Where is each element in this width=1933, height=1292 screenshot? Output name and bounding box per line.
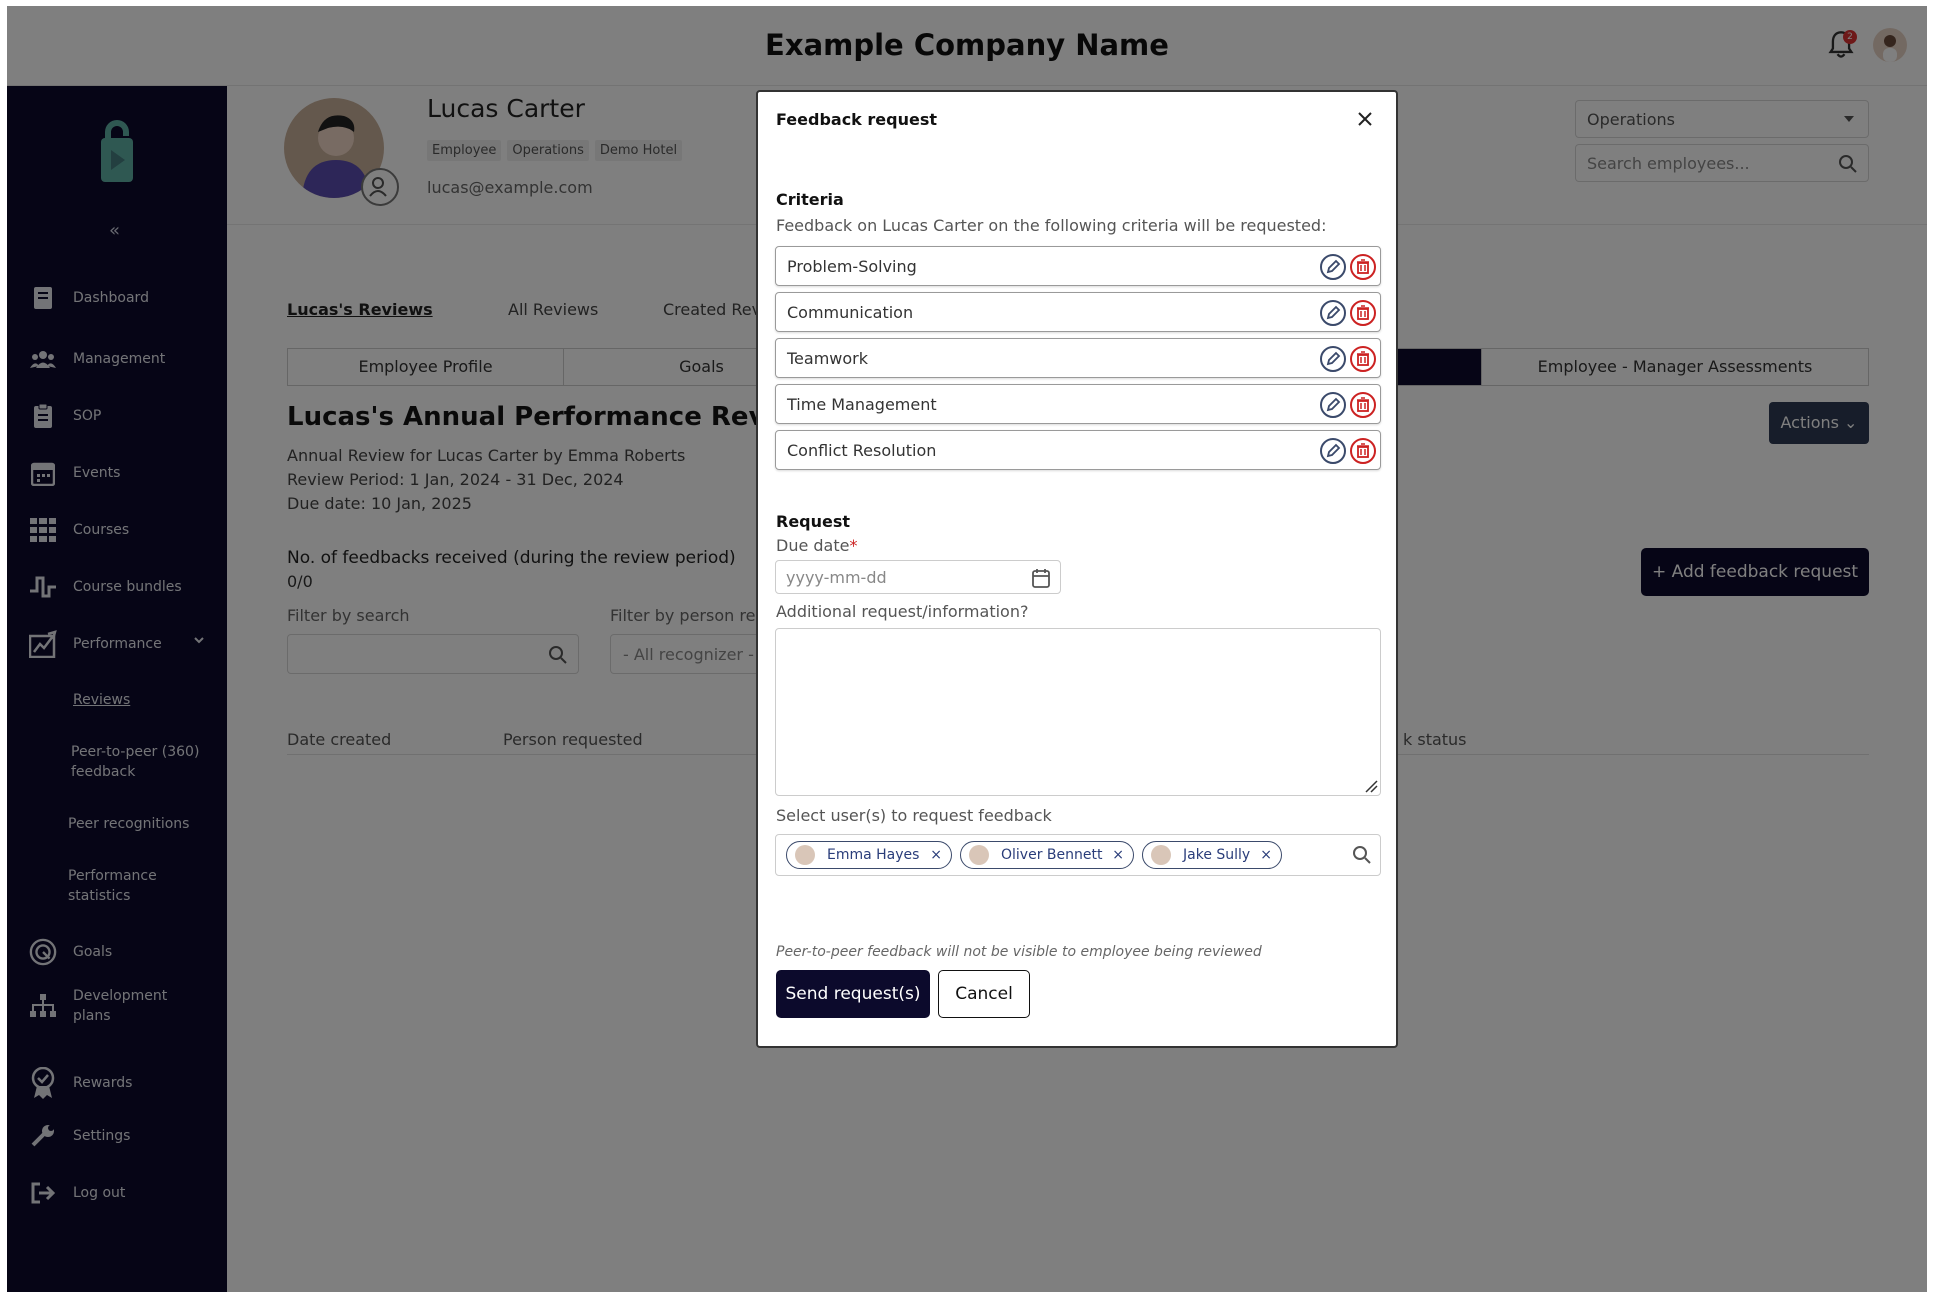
send-requests-button[interactable]: Send request(s) <box>776 970 930 1018</box>
trash-icon[interactable] <box>1350 392 1376 418</box>
trash-icon[interactable] <box>1350 346 1376 372</box>
pencil-icon[interactable] <box>1320 438 1346 464</box>
criteria-label: Time Management <box>787 395 937 414</box>
criteria-description: Feedback on Lucas Carter on the followin… <box>776 216 1327 235</box>
cancel-button[interactable]: Cancel <box>938 970 1030 1018</box>
criteria-label: Conflict Resolution <box>787 441 937 460</box>
pencil-icon[interactable] <box>1320 254 1346 280</box>
avatar <box>969 845 989 865</box>
trash-icon[interactable] <box>1350 254 1376 280</box>
criteria-item: Teamwork <box>775 338 1381 378</box>
remove-chip-icon[interactable]: × <box>1260 842 1272 868</box>
pencil-icon[interactable] <box>1320 392 1346 418</box>
remove-chip-icon[interactable]: × <box>1112 842 1124 868</box>
criteria-label: Problem-Solving <box>787 257 917 276</box>
resize-handle-icon[interactable] <box>1364 779 1378 793</box>
select-users-input[interactable]: Emma Hayes × Oliver Bennett × Jake Sully… <box>775 834 1381 876</box>
due-date-placeholder: yyyy-mm-dd <box>786 568 887 587</box>
request-heading: Request <box>776 512 851 531</box>
user-chip-name: Oliver Bennett <box>1001 847 1103 863</box>
close-icon[interactable] <box>1356 110 1374 128</box>
criteria-item: Conflict Resolution <box>775 430 1381 470</box>
criteria-label: Teamwork <box>787 349 869 368</box>
additional-info-textarea[interactable] <box>775 628 1381 796</box>
user-chip: Jake Sully × <box>1142 841 1282 869</box>
modal-title: Feedback request <box>776 110 937 129</box>
select-users-label: Select user(s) to request feedback <box>776 806 1052 825</box>
privacy-note: Peer-to-peer feedback will not be visibl… <box>776 944 1262 960</box>
trash-icon[interactable] <box>1350 300 1376 326</box>
criteria-heading: Criteria <box>776 190 844 209</box>
trash-icon[interactable] <box>1350 438 1376 464</box>
calendar-icon[interactable] <box>1032 568 1050 588</box>
feedback-request-modal: Feedback request Criteria Feedback on Lu… <box>756 90 1398 1048</box>
app-window: Example Company Name 2 « Dashboard Manag… <box>7 6 1927 1292</box>
due-date-label: Due date* <box>776 536 857 555</box>
avatar <box>1151 845 1171 865</box>
required-marker: * <box>849 536 858 555</box>
search-icon[interactable] <box>1352 845 1372 865</box>
remove-chip-icon[interactable]: × <box>930 842 942 868</box>
criteria-label: Communication <box>787 303 914 322</box>
avatar <box>795 845 815 865</box>
criteria-item: Communication <box>775 292 1381 332</box>
user-chip: Oliver Bennett × <box>960 841 1134 869</box>
criteria-item: Problem-Solving <box>775 246 1381 286</box>
due-date-text: Due date <box>776 536 850 555</box>
additional-label: Additional request/information? <box>776 602 1029 621</box>
criteria-item: Time Management <box>775 384 1381 424</box>
user-chip: Emma Hayes × <box>786 841 952 869</box>
user-chip-name: Jake Sully <box>1183 847 1251 863</box>
pencil-icon[interactable] <box>1320 346 1346 372</box>
due-date-input[interactable]: yyyy-mm-dd <box>775 560 1061 594</box>
pencil-icon[interactable] <box>1320 300 1346 326</box>
user-chip-name: Emma Hayes <box>827 847 920 863</box>
